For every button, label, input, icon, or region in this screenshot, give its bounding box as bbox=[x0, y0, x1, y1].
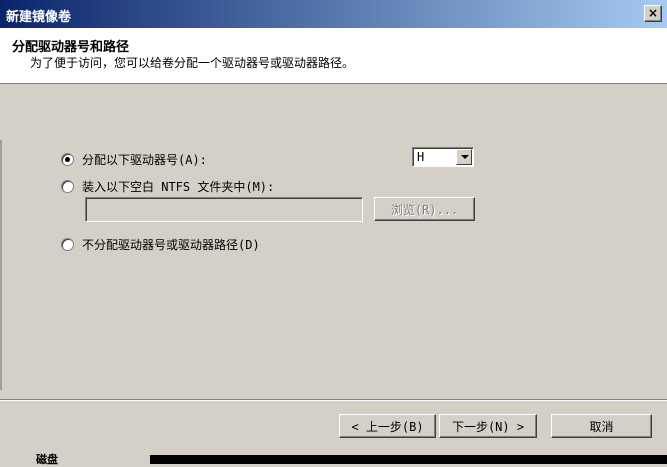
browse-button[interactable]: 浏览(R)... bbox=[374, 197, 475, 221]
page-title: 分配驱动器号和路径 bbox=[12, 40, 130, 55]
background-panel: 磁盘 bbox=[0, 453, 150, 466]
back-button[interactable]: < 上一步(B) bbox=[339, 414, 436, 438]
wizard-header: 分配驱动器号和路径 为了便于访问，您可以给卷分配一个驱动器号或驱动器路径。 bbox=[0, 28, 667, 84]
drive-letter-value: H bbox=[417, 150, 425, 164]
close-button[interactable]: × bbox=[644, 5, 662, 22]
background-window-strip: 磁盘 bbox=[0, 453, 667, 466]
page-subtitle: 为了便于访问，您可以给卷分配一个驱动器号或驱动器路径。 bbox=[30, 56, 355, 70]
cancel-button[interactable]: 取消 bbox=[551, 414, 652, 438]
title-bar: 新建镜像卷 × bbox=[0, 0, 667, 28]
chevron-down-icon[interactable] bbox=[456, 149, 472, 165]
mount-folder-radio[interactable] bbox=[61, 180, 74, 193]
background-fragment-text: 磁盘 bbox=[36, 453, 58, 466]
left-edge-shadow bbox=[0, 140, 2, 390]
window-title: 新建镜像卷 bbox=[6, 10, 72, 25]
assign-letter-label[interactable]: 分配以下驱动器号(A): bbox=[82, 151, 207, 168]
no-assign-radio[interactable] bbox=[61, 238, 74, 251]
folder-path-input[interactable] bbox=[85, 197, 363, 222]
mount-folder-label[interactable]: 装入以下空白 NTFS 文件夹中(M): bbox=[82, 178, 274, 195]
next-button[interactable]: 下一步(N) > bbox=[439, 414, 537, 438]
no-assign-label[interactable]: 不分配驱动器号或驱动器路径(D) bbox=[82, 236, 260, 253]
drive-letter-select[interactable]: H bbox=[412, 147, 474, 167]
assign-letter-radio[interactable] bbox=[61, 153, 74, 166]
button-separator bbox=[0, 399, 667, 401]
